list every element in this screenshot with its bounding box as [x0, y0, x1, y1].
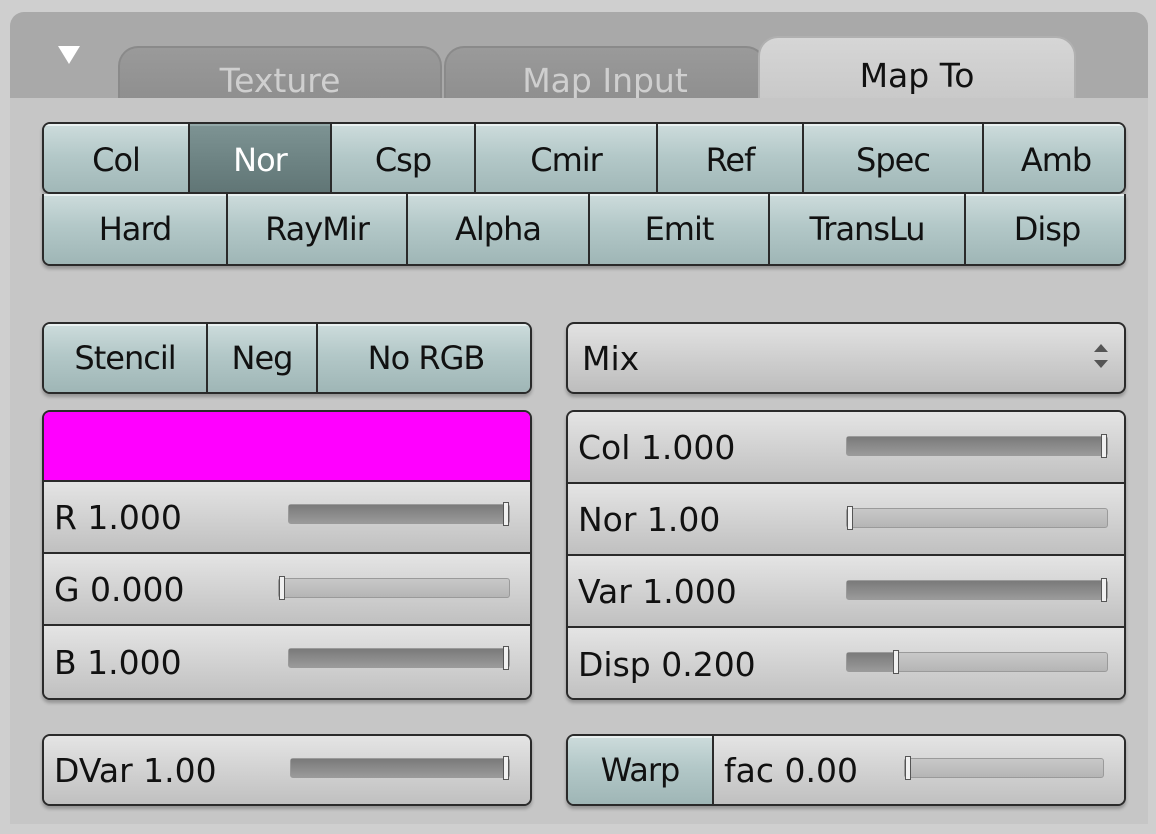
map-csp-button[interactable]: Csp — [332, 124, 476, 192]
col-factor-slider[interactable]: Col 1.000 — [568, 412, 1124, 484]
g-slider-label: G 0.000 — [54, 569, 185, 609]
var-factor-fill — [847, 581, 1107, 599]
var-factor-knob[interactable] — [1101, 578, 1107, 602]
r-slider-track — [288, 502, 510, 526]
neg-button[interactable]: Neg — [208, 324, 318, 392]
g-slider-knob[interactable] — [279, 576, 285, 600]
map-to-row-1: Col Nor Csp Cmir Ref Spec Amb — [42, 122, 1126, 194]
map-disp-button[interactable]: Disp — [966, 194, 1124, 264]
col-factor-knob[interactable] — [1101, 434, 1107, 458]
b-slider-label: B 1.000 — [54, 642, 182, 682]
map-col-button[interactable]: Col — [44, 124, 190, 192]
map-spec-button[interactable]: Spec — [804, 124, 984, 192]
b-slider-track — [288, 646, 510, 670]
map-raymir-button[interactable]: RayMir — [228, 194, 408, 264]
dvar-slider-label: DVar 1.00 — [54, 750, 217, 790]
nor-factor-label: Nor 1.00 — [578, 499, 721, 539]
color-group: R 1.000 G 0.000 B 1.000 — [42, 410, 532, 700]
warp-button[interactable]: Warp — [568, 736, 714, 804]
b-slider-knob[interactable] — [503, 646, 509, 670]
blend-mode-dropdown[interactable]: Mix — [566, 322, 1126, 394]
dvar-slider-fill — [291, 759, 509, 777]
stencil-button[interactable]: Stencil — [44, 324, 208, 392]
no-rgb-button[interactable]: No RGB — [318, 324, 530, 392]
b-slider[interactable]: B 1.000 — [44, 626, 530, 698]
map-hard-button[interactable]: Hard — [44, 194, 228, 264]
color-swatch[interactable] — [44, 412, 530, 482]
map-cmir-button[interactable]: Cmir — [476, 124, 658, 192]
col-factor-fill — [847, 437, 1107, 455]
map-to-row-2: Hard RayMir Alpha Emit TransLu Disp — [42, 194, 1126, 266]
options-row: Stencil Neg No RGB — [42, 322, 532, 394]
map-ref-button[interactable]: Ref — [658, 124, 804, 192]
collapse-triangle-icon[interactable] — [58, 46, 80, 64]
map-to-panel: Texture Map Input Map To Col Nor Csp Cmi… — [0, 0, 1156, 834]
nor-factor-slider[interactable]: Nor 1.00 — [568, 484, 1124, 556]
var-factor-track — [846, 578, 1108, 602]
warp-fac-slider[interactable]: fac 0.00 — [714, 736, 1124, 804]
dvar-slider[interactable]: DVar 1.00 — [44, 736, 530, 804]
map-translu-button[interactable]: TransLu — [770, 194, 966, 264]
col-factor-label: Col 1.000 — [578, 427, 736, 467]
warp-group: Warp fac 0.00 — [566, 734, 1126, 806]
disp-factor-track — [846, 650, 1108, 674]
panel-header: Texture Map Input Map To — [10, 12, 1148, 112]
map-alpha-button[interactable]: Alpha — [408, 194, 590, 264]
warp-fac-label: fac 0.00 — [724, 750, 858, 790]
updown-arrows-icon — [1094, 344, 1108, 368]
warp-fac-knob[interactable] — [905, 756, 911, 780]
r-slider-label: R 1.000 — [54, 497, 182, 537]
map-nor-button[interactable]: Nor — [190, 124, 332, 192]
disp-factor-knob[interactable] — [893, 650, 899, 674]
dvar-slider-track — [290, 756, 510, 780]
r-slider[interactable]: R 1.000 — [44, 482, 530, 554]
g-slider-track — [278, 576, 510, 600]
dvar-slider-knob[interactable] — [503, 756, 509, 780]
b-slider-fill — [289, 649, 509, 667]
r-slider-knob[interactable] — [503, 502, 509, 526]
nor-factor-track — [846, 506, 1108, 530]
disp-factor-fill — [847, 653, 899, 671]
blend-mode-label: Mix — [582, 338, 640, 378]
dvar-group: DVar 1.00 — [42, 734, 532, 806]
disp-factor-slider[interactable]: Disp 0.200 — [568, 628, 1124, 698]
r-slider-fill — [289, 505, 509, 523]
g-slider[interactable]: G 0.000 — [44, 554, 530, 626]
var-factor-slider[interactable]: Var 1.000 — [568, 556, 1124, 628]
map-emit-button[interactable]: Emit — [590, 194, 770, 264]
warp-fac-track — [904, 756, 1104, 780]
disp-factor-label: Disp 0.200 — [578, 644, 756, 684]
col-factor-track — [846, 434, 1108, 458]
nor-factor-knob[interactable] — [847, 506, 853, 530]
factor-group: Col 1.000 Nor 1.00 Var 1.000 Disp 0.200 — [566, 410, 1126, 700]
map-amb-button[interactable]: Amb — [984, 124, 1124, 192]
var-factor-label: Var 1.000 — [578, 571, 737, 611]
